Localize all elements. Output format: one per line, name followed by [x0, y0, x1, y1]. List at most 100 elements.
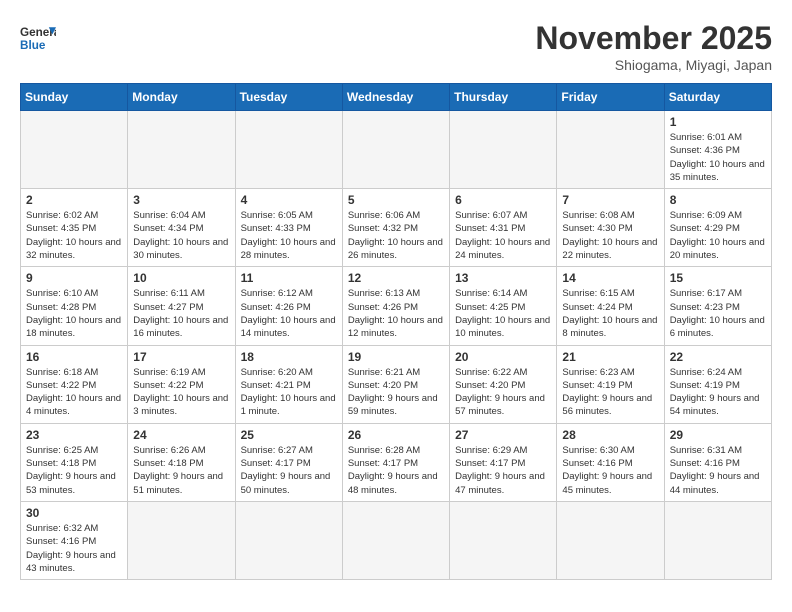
weekday-sunday: Sunday — [21, 84, 128, 111]
calendar-cell: 22Sunrise: 6:24 AMSunset: 4:19 PMDayligh… — [664, 345, 771, 423]
week-row-4: 16Sunrise: 6:18 AMSunset: 4:22 PMDayligh… — [21, 345, 772, 423]
calendar-cell: 9 Sunrise: 6:10 AMSunset: 4:28 PMDaylight… — [21, 267, 128, 345]
day-info: Sunrise: 6:21 AMSunset: 4:20 PMDaylight:… — [348, 366, 444, 419]
day-number: 20 — [455, 350, 551, 364]
weekday-tuesday: Tuesday — [235, 84, 342, 111]
day-number: 21 — [562, 350, 658, 364]
day-info: Sunrise: 6:08 AMSunset: 4:30 PMDaylight:… — [562, 209, 658, 262]
calendar-cell: 18Sunrise: 6:20 AMSunset: 4:21 PMDayligh… — [235, 345, 342, 423]
day-info: Sunrise: 6:25 AMSunset: 4:18 PMDaylight:… — [26, 444, 122, 497]
day-number: 15 — [670, 271, 766, 285]
day-info: Sunrise: 6:27 AMSunset: 4:17 PMDaylight:… — [241, 444, 337, 497]
calendar-cell: 30Sunrise: 6:32 AMSunset: 4:16 PMDayligh… — [21, 501, 128, 579]
week-row-3: 9 Sunrise: 6:10 AMSunset: 4:28 PMDaylight… — [21, 267, 772, 345]
weekday-thursday: Thursday — [450, 84, 557, 111]
calendar-cell — [450, 501, 557, 579]
day-info: Sunrise: 6:01 AMSunset: 4:36 PMDaylight:… — [670, 131, 766, 184]
week-row-6: 30Sunrise: 6:32 AMSunset: 4:16 PMDayligh… — [21, 501, 772, 579]
day-number: 24 — [133, 428, 229, 442]
calendar-cell — [21, 111, 128, 189]
calendar-cell: 29Sunrise: 6:31 AMSunset: 4:16 PMDayligh… — [664, 423, 771, 501]
day-info: Sunrise: 6:06 AMSunset: 4:32 PMDaylight:… — [348, 209, 444, 262]
calendar-cell: 3Sunrise: 6:04 AMSunset: 4:34 PMDaylight… — [128, 189, 235, 267]
calendar-cell — [557, 501, 664, 579]
day-info: Sunrise: 6:30 AMSunset: 4:16 PMDaylight:… — [562, 444, 658, 497]
day-info: Sunrise: 6:05 AMSunset: 4:33 PMDaylight:… — [241, 209, 337, 262]
calendar-cell: 17 Sunrise: 6:19 AMSunset: 4:22 PMDayligh… — [128, 345, 235, 423]
calendar-cell — [342, 501, 449, 579]
calendar-cell: 21 Sunrise: 6:23 AMSunset: 4:19 PMDayligh… — [557, 345, 664, 423]
day-info: Sunrise: 6:10 AMSunset: 4:28 PMDaylight:… — [26, 287, 122, 340]
day-info: Sunrise: 6:29 AMSunset: 4:17 PMDaylight:… — [455, 444, 551, 497]
day-number: 25 — [241, 428, 337, 442]
calendar-cell: 8Sunrise: 6:09 AMSunset: 4:29 PMDaylight… — [664, 189, 771, 267]
day-info: Sunrise: 6:12 AMSunset: 4:26 PMDaylight:… — [241, 287, 337, 340]
day-number: 28 — [562, 428, 658, 442]
day-info: Sunrise: 6:24 AMSunset: 4:19 PMDaylight:… — [670, 366, 766, 419]
day-number: 7 — [562, 193, 658, 207]
weekday-wednesday: Wednesday — [342, 84, 449, 111]
calendar-cell: 15 Sunrise: 6:17 AMSunset: 4:23 PMDayligh… — [664, 267, 771, 345]
calendar-cell: 23Sunrise: 6:25 AMSunset: 4:18 PMDayligh… — [21, 423, 128, 501]
weekday-saturday: Saturday — [664, 84, 771, 111]
day-number: 5 — [348, 193, 444, 207]
weekday-header-row: SundayMondayTuesdayWednesdayThursdayFrid… — [21, 84, 772, 111]
calendar-cell: 19 Sunrise: 6:21 AMSunset: 4:20 PMDayligh… — [342, 345, 449, 423]
week-row-1: 1 Sunrise: 6:01 AMSunset: 4:36 PMDaylight… — [21, 111, 772, 189]
day-number: 11 — [241, 271, 337, 285]
day-number: 9 — [26, 271, 122, 285]
calendar-cell: 13Sunrise: 6:14 AMSunset: 4:25 PMDayligh… — [450, 267, 557, 345]
day-info: Sunrise: 6:15 AMSunset: 4:24 PMDaylight:… — [562, 287, 658, 340]
day-info: Sunrise: 6:23 AMSunset: 4:19 PMDaylight:… — [562, 366, 658, 419]
calendar-cell: 16Sunrise: 6:18 AMSunset: 4:22 PMDayligh… — [21, 345, 128, 423]
calendar-cell: 27 Sunrise: 6:29 AMSunset: 4:17 PMDayligh… — [450, 423, 557, 501]
week-row-5: 23Sunrise: 6:25 AMSunset: 4:18 PMDayligh… — [21, 423, 772, 501]
calendar-cell: 25 Sunrise: 6:27 AMSunset: 4:17 PMDayligh… — [235, 423, 342, 501]
day-number: 27 — [455, 428, 551, 442]
calendar-cell — [235, 501, 342, 579]
day-info: Sunrise: 6:26 AMSunset: 4:18 PMDaylight:… — [133, 444, 229, 497]
calendar-cell: 20 Sunrise: 6:22 AMSunset: 4:20 PMDayligh… — [450, 345, 557, 423]
month-year: November 2025 — [535, 20, 772, 57]
calendar-cell — [557, 111, 664, 189]
day-number: 1 — [670, 115, 766, 129]
day-info: Sunrise: 6:22 AMSunset: 4:20 PMDaylight:… — [455, 366, 551, 419]
week-row-2: 2Sunrise: 6:02 AMSunset: 4:35 PMDaylight… — [21, 189, 772, 267]
page-header: General Blue November 2025 Shiogama, Miy… — [20, 20, 772, 73]
day-number: 16 — [26, 350, 122, 364]
calendar-cell: 24 Sunrise: 6:26 AMSunset: 4:18 PMDayligh… — [128, 423, 235, 501]
day-number: 17 — [133, 350, 229, 364]
day-number: 10 — [133, 271, 229, 285]
calendar-cell — [235, 111, 342, 189]
day-info: Sunrise: 6:19 AMSunset: 4:22 PMDaylight:… — [133, 366, 229, 419]
calendar-cell: 11 Sunrise: 6:12 AMSunset: 4:26 PMDayligh… — [235, 267, 342, 345]
calendar-cell — [450, 111, 557, 189]
logo-icon: General Blue — [20, 20, 56, 56]
day-number: 3 — [133, 193, 229, 207]
svg-text:Blue: Blue — [20, 39, 46, 52]
calendar-cell: 7 Sunrise: 6:08 AMSunset: 4:30 PMDaylight… — [557, 189, 664, 267]
day-number: 8 — [670, 193, 766, 207]
weekday-friday: Friday — [557, 84, 664, 111]
calendar-cell — [128, 111, 235, 189]
day-info: Sunrise: 6:07 AMSunset: 4:31 PMDaylight:… — [455, 209, 551, 262]
day-number: 6 — [455, 193, 551, 207]
calendar-cell: 14 Sunrise: 6:15 AMSunset: 4:24 PMDayligh… — [557, 267, 664, 345]
day-info: Sunrise: 6:28 AMSunset: 4:17 PMDaylight:… — [348, 444, 444, 497]
logo: General Blue — [20, 20, 56, 56]
day-info: Sunrise: 6:11 AMSunset: 4:27 PMDaylight:… — [133, 287, 229, 340]
calendar-cell: 6 Sunrise: 6:07 AMSunset: 4:31 PMDaylight… — [450, 189, 557, 267]
calendar-cell: 5 Sunrise: 6:06 AMSunset: 4:32 PMDaylight… — [342, 189, 449, 267]
day-info: Sunrise: 6:17 AMSunset: 4:23 PMDaylight:… — [670, 287, 766, 340]
day-number: 19 — [348, 350, 444, 364]
day-number: 13 — [455, 271, 551, 285]
calendar-cell: 10 Sunrise: 6:11 AMSunset: 4:27 PMDayligh… — [128, 267, 235, 345]
day-number: 12 — [348, 271, 444, 285]
weekday-monday: Monday — [128, 84, 235, 111]
day-info: Sunrise: 6:32 AMSunset: 4:16 PMDaylight:… — [26, 522, 122, 575]
calendar-cell: 1 Sunrise: 6:01 AMSunset: 4:36 PMDaylight… — [664, 111, 771, 189]
calendar-cell — [128, 501, 235, 579]
calendar-cell: 2Sunrise: 6:02 AMSunset: 4:35 PMDaylight… — [21, 189, 128, 267]
day-number: 14 — [562, 271, 658, 285]
location: Shiogama, Miyagi, Japan — [535, 57, 772, 73]
